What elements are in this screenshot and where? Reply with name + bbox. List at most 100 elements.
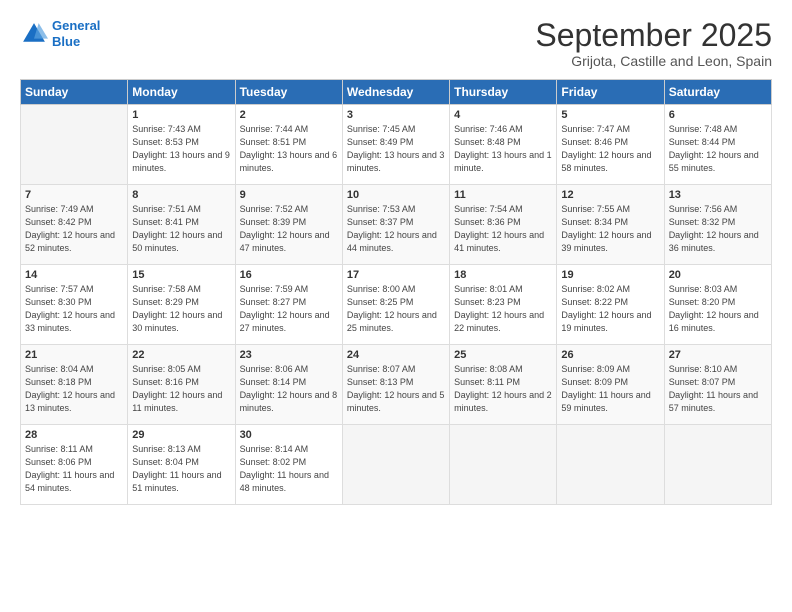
day-info: Sunrise: 7:55 AMSunset: 8:34 PMDaylight:…	[561, 203, 659, 255]
day-info: Sunrise: 7:46 AMSunset: 8:48 PMDaylight:…	[454, 123, 552, 175]
day-number: 25	[454, 349, 552, 361]
calendar-cell: 6 Sunrise: 7:48 AMSunset: 8:44 PMDaylight…	[664, 105, 771, 185]
calendar-cell: 16Sunrise: 7:59 AMSunset: 8:27 PMDayligh…	[235, 265, 342, 345]
day-info: Sunrise: 8:02 AMSunset: 8:22 PMDaylight:…	[561, 283, 659, 335]
day-number: 21	[25, 349, 123, 361]
logo: General Blue	[20, 18, 100, 49]
calendar-cell: 21 Sunrise: 8:04 AMSunset: 8:18 PMDayligh…	[21, 345, 128, 425]
day-number: 12	[561, 189, 659, 201]
day-info: Sunrise: 7:48 AMSunset: 8:44 PMDaylight:…	[669, 123, 767, 175]
day-number: 18	[454, 269, 552, 281]
calendar-cell: 28Sunrise: 8:11 AMSunset: 8:06 PMDayligh…	[21, 425, 128, 505]
calendar-cell: 15 Sunrise: 7:58 AMSunset: 8:29 PMDayligh…	[128, 265, 235, 345]
calendar-cell	[664, 425, 771, 505]
day-info: Sunrise: 8:04 AMSunset: 8:18 PMDaylight:…	[25, 363, 123, 415]
day-number: 19	[561, 269, 659, 281]
calendar-cell	[450, 425, 557, 505]
location-subtitle: Grijota, Castille and Leon, Spain	[535, 53, 772, 69]
day-number: 13	[669, 189, 767, 201]
title-block: September 2025 Grijota, Castille and Leo…	[535, 18, 772, 69]
logo-icon	[20, 20, 48, 48]
calendar-cell: 19 Sunrise: 8:02 AMSunset: 8:22 PMDayligh…	[557, 265, 664, 345]
day-info: Sunrise: 7:56 AMSunset: 8:32 PMDaylight:…	[669, 203, 767, 255]
day-info: Sunrise: 7:51 AMSunset: 8:41 PMDaylight:…	[132, 203, 230, 255]
day-info: Sunrise: 7:52 AMSunset: 8:39 PMDaylight:…	[240, 203, 338, 255]
calendar-cell: 13 Sunrise: 7:56 AMSunset: 8:32 PMDayligh…	[664, 185, 771, 265]
day-info: Sunrise: 8:06 AMSunset: 8:14 PMDaylight:…	[240, 363, 338, 415]
calendar-cell: 22 Sunrise: 8:05 AMSunset: 8:16 PMDayligh…	[128, 345, 235, 425]
day-number: 29	[132, 429, 230, 441]
calendar-cell: 5 Sunrise: 7:47 AMSunset: 8:46 PMDaylight…	[557, 105, 664, 185]
calendar-cell: 11 Sunrise: 7:54 AMSunset: 8:36 PMDayligh…	[450, 185, 557, 265]
calendar-cell	[342, 425, 449, 505]
page-container: General Blue September 2025 Grijota, Cas…	[0, 0, 792, 515]
calendar-header-friday: Friday	[557, 80, 664, 105]
calendar-cell: 23 Sunrise: 8:06 AMSunset: 8:14 PMDayligh…	[235, 345, 342, 425]
calendar-cell: 29 Sunrise: 8:13 AMSunset: 8:04 PMDayligh…	[128, 425, 235, 505]
day-info: Sunrise: 8:09 AMSunset: 8:09 PMDaylight:…	[561, 363, 659, 415]
calendar-header-sunday: Sunday	[21, 80, 128, 105]
day-number: 9	[240, 189, 338, 201]
calendar-week-row: 21 Sunrise: 8:04 AMSunset: 8:18 PMDayligh…	[21, 345, 772, 425]
day-number: 28	[25, 429, 123, 441]
calendar-week-row: 28Sunrise: 8:11 AMSunset: 8:06 PMDayligh…	[21, 425, 772, 505]
day-number: 2	[240, 109, 338, 121]
calendar-cell: 1Sunrise: 7:43 AMSunset: 8:53 PMDaylight…	[128, 105, 235, 185]
calendar-header-thursday: Thursday	[450, 80, 557, 105]
day-info: Sunrise: 8:05 AMSunset: 8:16 PMDaylight:…	[132, 363, 230, 415]
day-info: Sunrise: 8:13 AMSunset: 8:04 PMDaylight:…	[132, 443, 230, 495]
day-number: 22	[132, 349, 230, 361]
logo-line1: General	[52, 18, 100, 33]
logo-line2: Blue	[52, 34, 80, 49]
calendar-cell: 24Sunrise: 8:07 AMSunset: 8:13 PMDayligh…	[342, 345, 449, 425]
calendar-header-saturday: Saturday	[664, 80, 771, 105]
calendar-cell: 26 Sunrise: 8:09 AMSunset: 8:09 PMDayligh…	[557, 345, 664, 425]
day-info: Sunrise: 8:14 AMSunset: 8:02 PMDaylight:…	[240, 443, 338, 495]
calendar-cell: 4Sunrise: 7:46 AMSunset: 8:48 PMDaylight…	[450, 105, 557, 185]
day-number: 8	[132, 189, 230, 201]
calendar-cell: 18 Sunrise: 8:01 AMSunset: 8:23 PMDayligh…	[450, 265, 557, 345]
day-info: Sunrise: 7:53 AMSunset: 8:37 PMDaylight:…	[347, 203, 445, 255]
day-number: 3	[347, 109, 445, 121]
calendar-week-row: 14 Sunrise: 7:57 AMSunset: 8:30 PMDayligh…	[21, 265, 772, 345]
day-number: 20	[669, 269, 767, 281]
day-info: Sunrise: 8:01 AMSunset: 8:23 PMDaylight:…	[454, 283, 552, 335]
day-info: Sunrise: 7:57 AMSunset: 8:30 PMDaylight:…	[25, 283, 123, 335]
logo-text: General Blue	[52, 18, 100, 49]
calendar-cell: 8 Sunrise: 7:51 AMSunset: 8:41 PMDaylight…	[128, 185, 235, 265]
calendar-cell: 9 Sunrise: 7:52 AMSunset: 8:39 PMDaylight…	[235, 185, 342, 265]
day-info: Sunrise: 7:54 AMSunset: 8:36 PMDaylight:…	[454, 203, 552, 255]
day-info: Sunrise: 7:49 AMSunset: 8:42 PMDaylight:…	[25, 203, 123, 255]
calendar-cell: 7 Sunrise: 7:49 AMSunset: 8:42 PMDaylight…	[21, 185, 128, 265]
day-info: Sunrise: 8:10 AMSunset: 8:07 PMDaylight:…	[669, 363, 767, 415]
day-number: 27	[669, 349, 767, 361]
day-number: 6	[669, 109, 767, 121]
calendar-cell: 10 Sunrise: 7:53 AMSunset: 8:37 PMDayligh…	[342, 185, 449, 265]
day-info: Sunrise: 8:00 AMSunset: 8:25 PMDaylight:…	[347, 283, 445, 335]
header: General Blue September 2025 Grijota, Cas…	[20, 18, 772, 69]
day-number: 7	[25, 189, 123, 201]
day-number: 15	[132, 269, 230, 281]
calendar-cell: 2 Sunrise: 7:44 AMSunset: 8:51 PMDaylight…	[235, 105, 342, 185]
day-info: Sunrise: 7:58 AMSunset: 8:29 PMDaylight:…	[132, 283, 230, 335]
day-number: 23	[240, 349, 338, 361]
calendar-cell: 20Sunrise: 8:03 AMSunset: 8:20 PMDayligh…	[664, 265, 771, 345]
calendar-cell: 12 Sunrise: 7:55 AMSunset: 8:34 PMDayligh…	[557, 185, 664, 265]
day-info: Sunrise: 7:47 AMSunset: 8:46 PMDaylight:…	[561, 123, 659, 175]
calendar-header-monday: Monday	[128, 80, 235, 105]
day-number: 10	[347, 189, 445, 201]
calendar-week-row: 1Sunrise: 7:43 AMSunset: 8:53 PMDaylight…	[21, 105, 772, 185]
calendar-cell: 3Sunrise: 7:45 AMSunset: 8:49 PMDaylight…	[342, 105, 449, 185]
day-info: Sunrise: 7:43 AMSunset: 8:53 PMDaylight:…	[132, 123, 230, 175]
day-info: Sunrise: 8:07 AMSunset: 8:13 PMDaylight:…	[347, 363, 445, 415]
day-number: 17	[347, 269, 445, 281]
day-number: 16	[240, 269, 338, 281]
day-info: Sunrise: 7:44 AMSunset: 8:51 PMDaylight:…	[240, 123, 338, 175]
calendar-header-wednesday: Wednesday	[342, 80, 449, 105]
day-number: 11	[454, 189, 552, 201]
day-number: 5	[561, 109, 659, 121]
calendar-cell: 27 Sunrise: 8:10 AMSunset: 8:07 PMDayligh…	[664, 345, 771, 425]
day-number: 14	[25, 269, 123, 281]
day-number: 26	[561, 349, 659, 361]
calendar-header-row: SundayMondayTuesdayWednesdayThursdayFrid…	[21, 80, 772, 105]
